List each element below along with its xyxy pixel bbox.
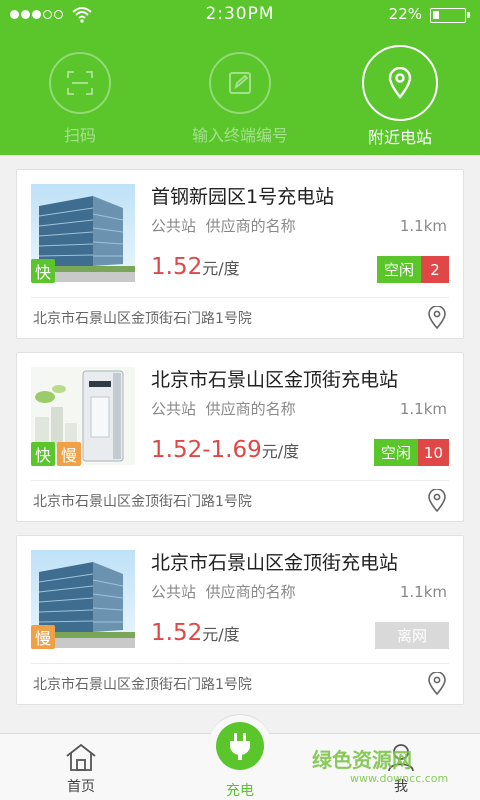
station-name: 北京市石景山区金顶街充电站 xyxy=(151,552,399,574)
station-name: 北京市石景山区金顶街充电站 xyxy=(151,369,399,391)
station-meta: 公共站 供应商的名称 xyxy=(151,398,296,419)
scan-button[interactable]: 扫码 xyxy=(10,52,150,146)
station-distance: 1.1km xyxy=(399,400,447,418)
station-type: 公共站 xyxy=(151,217,197,235)
map-pin-icon[interactable] xyxy=(427,306,447,330)
station-meta: 公共站 供应商的名称 xyxy=(151,215,296,236)
watermark-url: www.downcc.com xyxy=(350,772,449,785)
slow-charge-badge: 慢 xyxy=(57,442,81,466)
price-unit: 元/度 xyxy=(261,442,300,461)
station-card[interactable]: 慢 北京市石景山区金顶街充电站 公共站 供应商的名称 1.1km 1.52元/度… xyxy=(16,535,464,705)
fast-charge-badge: 快 xyxy=(31,259,55,283)
nav-home-label: 首页 xyxy=(67,779,95,795)
station-address: 北京市石景山区金顶街石门路1号院 xyxy=(33,311,252,327)
plug-icon xyxy=(230,733,250,760)
price-unit: 元/度 xyxy=(202,625,240,644)
edit-icon xyxy=(209,52,271,114)
station-price: 1.52元/度 xyxy=(151,620,240,646)
price-value: 1.52-1.69 xyxy=(151,437,262,463)
status-badge: 空闲 2 xyxy=(376,256,449,283)
status-bar: 2:30PM 22% xyxy=(0,0,480,30)
station-distance: 1.1km xyxy=(399,583,447,601)
location-pin-icon xyxy=(362,45,438,121)
charger-type-badges: 快 xyxy=(31,259,55,283)
divider xyxy=(31,663,449,664)
battery-percent: 22% xyxy=(388,5,422,23)
status-badge: 离网 xyxy=(375,622,449,649)
input-terminal-label: 输入终端编号 xyxy=(191,126,288,145)
station-address: 北京市石景山区金顶街石门路1号院 xyxy=(33,494,252,510)
station-type: 公共站 xyxy=(151,400,197,418)
price-unit: 元/度 xyxy=(202,259,240,278)
status-badge: 空闲 10 xyxy=(373,439,449,466)
nav-home[interactable]: 首页 xyxy=(31,734,131,796)
station-price: 1.52元/度 xyxy=(151,254,240,280)
input-terminal-button[interactable]: 输入终端编号 xyxy=(170,52,310,146)
available-count: 10 xyxy=(417,439,449,466)
station-card[interactable]: 快 首钢新园区1号充电站 公共站 供应商的名称 1.1km 1.52元/度 空闲… xyxy=(16,169,464,339)
nav-charge-label: 充电 xyxy=(226,783,254,799)
scan-icon xyxy=(49,52,111,114)
station-supplier: 供应商的名称 xyxy=(205,400,296,418)
nearby-stations-label: 附近电站 xyxy=(367,128,432,147)
charger-type-badges: 快 慢 xyxy=(31,442,81,466)
home-icon xyxy=(66,743,96,771)
price-value: 1.52 xyxy=(151,620,203,646)
charger-type-badges: 慢 xyxy=(31,625,55,649)
status-label: 空闲 xyxy=(373,439,418,466)
fast-charge-badge: 快 xyxy=(31,442,55,466)
divider xyxy=(31,297,449,298)
map-pin-icon[interactable] xyxy=(427,489,447,513)
price-value: 1.52 xyxy=(151,254,203,280)
station-card[interactable]: 快 慢 北京市石景山区金顶街充电站 公共站 供应商的名称 1.1km 1.52-… xyxy=(16,352,464,522)
map-pin-icon[interactable] xyxy=(427,672,447,696)
station-meta: 公共站 供应商的名称 xyxy=(151,581,296,602)
status-label: 空闲 xyxy=(376,256,421,283)
slow-charge-badge: 慢 xyxy=(31,625,55,649)
station-address: 北京市石景山区金顶街石门路1号院 xyxy=(33,677,252,693)
available-count: 2 xyxy=(421,256,449,283)
station-supplier: 供应商的名称 xyxy=(205,217,296,235)
station-type: 公共站 xyxy=(151,583,197,601)
nearby-stations-button[interactable]: 附近电站 xyxy=(330,45,470,148)
scan-label: 扫码 xyxy=(63,126,96,145)
top-toolbar: 扫码 输入终端编号 附近电站 xyxy=(0,30,480,155)
nav-charge[interactable] xyxy=(216,722,264,770)
station-name: 首钢新园区1号充电站 xyxy=(151,186,335,208)
battery-icon xyxy=(430,8,470,23)
station-supplier: 供应商的名称 xyxy=(205,583,296,601)
station-distance: 1.1km xyxy=(399,217,447,235)
watermark-text: 绿色资源网 xyxy=(312,748,412,772)
station-price: 1.52-1.69元/度 xyxy=(151,437,299,463)
divider xyxy=(31,480,449,481)
